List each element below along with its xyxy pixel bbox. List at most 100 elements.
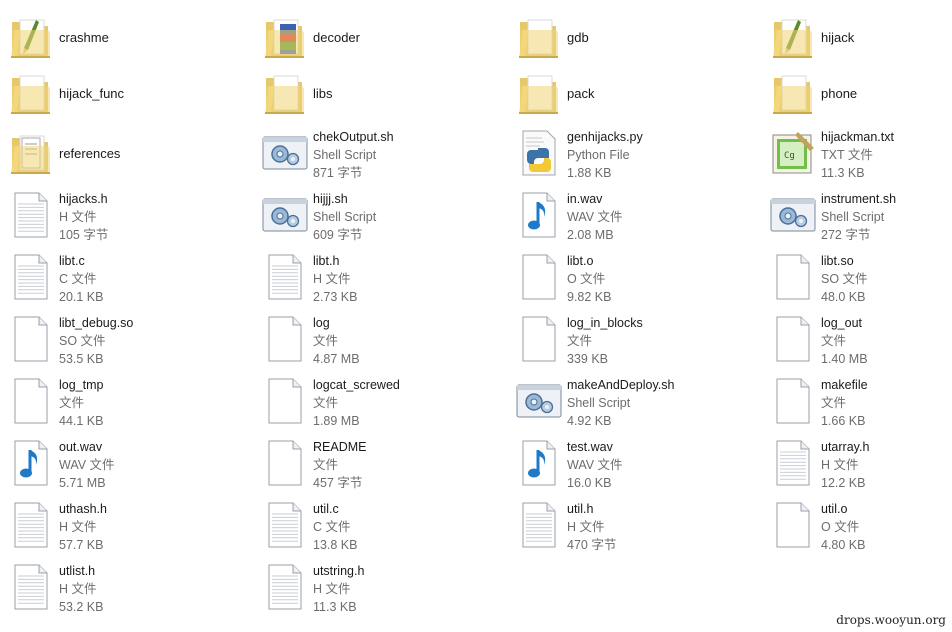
file-item[interactable]: log_out 文件 1.40 MB	[762, 310, 952, 368]
file-item[interactable]: README 文件 457 字节	[254, 434, 494, 492]
svg-text:Cg: Cg	[784, 151, 795, 161]
item-name: hijack_func	[59, 86, 125, 101]
item-name: hijacks.h	[59, 192, 108, 206]
file-item[interactable]: makeAndDeploy.sh Shell Script 4.92 KB	[508, 372, 748, 430]
file-item[interactable]: genhijacks.py Python File 1.88 KB	[508, 124, 748, 182]
item-details: crashme	[59, 29, 239, 47]
file-item[interactable]: out.wav WAV 文件 5.71 MB	[0, 434, 240, 492]
item-size: 9.82 KB	[567, 290, 612, 304]
folder-icon	[6, 128, 56, 178]
file-item[interactable]: log_in_blocks 文件 339 KB	[508, 310, 748, 368]
header-file-icon	[768, 438, 818, 488]
item-details: decoder	[313, 29, 493, 47]
file-item[interactable]: utlist.h H 文件 53.2 KB	[0, 558, 240, 616]
item-name: genhijacks.py	[567, 130, 643, 144]
file-item[interactable]: libt.c C 文件 20.1 KB	[0, 248, 240, 306]
item-name: util.o	[821, 502, 848, 516]
item-name: decoder	[313, 30, 360, 45]
item-size: 5.71 MB	[59, 476, 106, 490]
item-size: 16.0 KB	[567, 476, 612, 490]
item-name: libt.o	[567, 254, 594, 268]
file-item[interactable]: log 文件 4.87 MB	[254, 310, 494, 368]
item-name: hijack	[821, 30, 855, 45]
folder-item[interactable]: crashme	[0, 8, 240, 66]
item-details: chekOutput.sh Shell Script 871 字节	[313, 128, 493, 182]
file-item[interactable]: in.wav WAV 文件 2.08 MB	[508, 186, 748, 244]
item-type: 文件	[59, 396, 85, 410]
folder-item[interactable]: gdb	[508, 8, 748, 66]
file-item[interactable]: makefile 文件 1.66 KB	[762, 372, 952, 430]
file-item[interactable]: logcat_screwed 文件 1.89 MB	[254, 372, 494, 430]
file-item[interactable]: log_tmp 文件 44.1 KB	[0, 372, 240, 430]
header-file-icon	[514, 500, 564, 550]
item-size: 11.3 KB	[313, 600, 357, 614]
item-type: Shell Script	[313, 148, 377, 162]
item-type: H 文件	[59, 210, 97, 224]
item-details: hijackman.txt TXT 文件 11.3 KB	[821, 128, 952, 182]
item-size: 48.0 KB	[821, 290, 866, 304]
folder-item[interactable]: decoder	[254, 8, 494, 66]
item-details: phone	[821, 85, 952, 103]
file-item[interactable]: utarray.h H 文件 12.2 KB	[762, 434, 952, 492]
item-type: H 文件	[567, 520, 605, 534]
header-file-icon	[6, 190, 56, 240]
item-details: log_out 文件 1.40 MB	[821, 314, 952, 368]
item-size: 20.1 KB	[59, 290, 104, 304]
file-item[interactable]: utstring.h H 文件 11.3 KB	[254, 558, 494, 616]
item-details: libt.so SO 文件 48.0 KB	[821, 252, 952, 306]
file-item[interactable]: libt_debug.so SO 文件 53.5 KB	[0, 310, 240, 368]
item-details: util.c C 文件 13.8 KB	[313, 500, 493, 554]
file-item[interactable]: hijjj.sh Shell Script 609 字节	[254, 186, 494, 244]
item-name: out.wav	[59, 440, 103, 454]
item-type: O 文件	[821, 520, 860, 534]
item-type: SO 文件	[59, 334, 106, 348]
file-item[interactable]: libt.so SO 文件 48.0 KB	[762, 248, 952, 306]
folder-item[interactable]: hijack_func	[0, 64, 240, 122]
folder-item[interactable]: libs	[254, 64, 494, 122]
file-item[interactable]: util.c C 文件 13.8 KB	[254, 496, 494, 554]
item-details: util.o O 文件 4.80 KB	[821, 500, 952, 554]
item-type: 文件	[313, 334, 339, 348]
item-name: references	[59, 146, 121, 161]
item-name: log_tmp	[59, 378, 104, 392]
file-item[interactable]: test.wav WAV 文件 16.0 KB	[508, 434, 748, 492]
item-type: C 文件	[313, 520, 351, 534]
item-details: out.wav WAV 文件 5.71 MB	[59, 438, 239, 492]
folder-item[interactable]: hijack	[762, 8, 952, 66]
item-type: SO 文件	[821, 272, 868, 286]
item-name: crashme	[59, 30, 109, 45]
folder-icon	[260, 12, 310, 62]
shell-script-icon	[260, 128, 310, 178]
item-size: 13.8 KB	[313, 538, 358, 552]
item-details: gdb	[567, 29, 747, 47]
item-details: hijjj.sh Shell Script 609 字节	[313, 190, 493, 244]
file-item[interactable]: libt.o O 文件 9.82 KB	[508, 248, 748, 306]
file-item[interactable]: Cg hijackman.txt TXT 文件 11.3 KB	[762, 124, 952, 182]
file-item[interactable]: libt.h H 文件 2.73 KB	[254, 248, 494, 306]
file-item[interactable]: uthash.h H 文件 57.7 KB	[0, 496, 240, 554]
item-details: logcat_screwed 文件 1.89 MB	[313, 376, 493, 430]
folder-item[interactable]: pack	[508, 64, 748, 122]
file-item[interactable]: instrument.sh Shell Script 272 字节	[762, 186, 952, 244]
file-item[interactable]: util.o O 文件 4.80 KB	[762, 496, 952, 554]
folder-item[interactable]: phone	[762, 64, 952, 122]
item-size: 105 字节	[59, 228, 109, 242]
file-item[interactable]: util.h H 文件 470 字节	[508, 496, 748, 554]
item-details: utarray.h H 文件 12.2 KB	[821, 438, 952, 492]
folder-item[interactable]: references	[0, 124, 240, 182]
item-name: gdb	[567, 30, 589, 45]
item-size: 53.2 KB	[59, 600, 104, 614]
file-item[interactable]: hijacks.h H 文件 105 字节	[0, 186, 240, 244]
item-size: 871 字节	[313, 166, 363, 180]
item-type: 文件	[567, 334, 593, 348]
python-file-icon	[514, 128, 564, 178]
item-type: WAV 文件	[59, 458, 115, 472]
item-type: 文件	[313, 458, 339, 472]
item-type: 文件	[821, 334, 847, 348]
text-file-icon: Cg	[768, 128, 818, 178]
header-file-icon	[260, 562, 310, 612]
folder-icon	[768, 68, 818, 118]
item-type: 文件	[821, 396, 847, 410]
item-name: utarray.h	[821, 440, 870, 454]
file-item[interactable]: chekOutput.sh Shell Script 871 字节	[254, 124, 494, 182]
